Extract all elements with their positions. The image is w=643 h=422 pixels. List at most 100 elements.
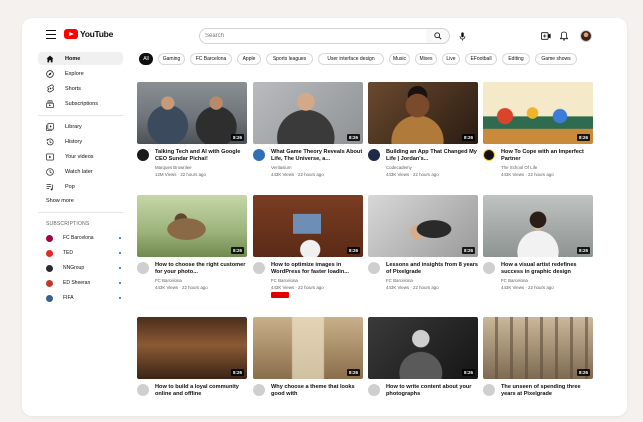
video-thumbnail[interactable]: 8:26 [137,317,247,379]
video-stats: 443K Views · 22 hours ago [386,284,439,290]
sidebar-item-watch-later[interactable]: Watch later [38,165,123,178]
sidebar-item-library[interactable]: Library [38,120,123,133]
video-card[interactable]: 8:26 Why choose a theme that looks good … [253,317,363,397]
video-title[interactable]: The unseen of spending three years at Pi… [501,384,595,398]
channel-avatar[interactable] [253,384,265,396]
channel-name[interactable]: FC Barcelona [155,278,182,283]
channel-avatar[interactable] [253,262,265,274]
video-card[interactable]: 8:26 How To Cope with an Imperfect Partn… [483,82,593,177]
channel-avatar[interactable] [483,262,495,274]
sidebar-item-shorts[interactable]: Shorts [38,82,123,95]
chip-editing[interactable]: Editing [502,53,530,65]
video-thumbnail[interactable]: 8:26 [253,82,363,144]
subscription-item[interactable]: FC Barcelona [46,233,121,243]
video-title[interactable]: How to optimize images in WordPress for … [271,262,365,276]
channel-name[interactable]: FC Barcelona [386,278,413,283]
video-title[interactable]: How a visual artist redefines success in… [501,262,595,276]
chip-mixes[interactable]: Mixes [415,53,437,65]
video-card[interactable]: 8:26 How to choose the right customer fo… [137,195,247,290]
chip-sports-leagues[interactable]: Sports leagues [266,53,313,65]
video-thumbnail[interactable]: 8:26 [368,82,478,144]
video-title[interactable]: How To Cope with an Imperfect Partner [501,149,595,163]
sidebar-item-your-videos[interactable]: Your videos [38,150,123,163]
video-title[interactable]: How to build a loyal community online an… [155,384,249,398]
video-card[interactable]: 8:26 What Game Theory Reveals About Life… [253,82,363,177]
video-title[interactable]: What Game Theory Reveals About Life, The… [271,149,365,163]
chip-fc-barcelona[interactable]: FC Barcelona [190,53,232,65]
search-input[interactable] [199,28,427,44]
chip-gaming[interactable]: Gaming [158,53,185,65]
video-thumbnail[interactable]: 8:26 [253,317,363,379]
channel-avatar[interactable] [368,149,380,161]
show-more-link[interactable]: Show more [46,198,74,204]
create-video-icon[interactable] [540,30,552,42]
video-thumbnail[interactable]: 8:26 [483,82,593,144]
channel-name[interactable]: Codecademy [386,165,412,170]
video-title[interactable]: How to write content about your photogra… [386,384,480,398]
new-content-dot [119,252,121,254]
chip-music[interactable]: Music [389,53,410,65]
video-card[interactable]: 8:26 How a visual artist redefines succe… [483,195,593,290]
video-thumbnail[interactable]: 8:26 [137,195,247,257]
video-title[interactable]: Why choose a theme that looks good with [271,384,365,398]
subscription-item[interactable]: FIFA [46,293,121,303]
chip-user-interface-design[interactable]: User interface design [318,53,384,65]
video-card[interactable]: 8:26 How to optimize images in WordPress… [253,195,363,298]
youtube-logo[interactable]: YouTube [64,29,113,39]
subscription-item[interactable]: ED Sheeran [46,278,121,288]
channel-avatar [46,234,53,242]
menu-icon[interactable] [46,30,56,39]
video-title[interactable]: Talking Tech and AI with Google CEO Sund… [155,149,249,163]
sidebar-item-home[interactable]: Home [38,52,123,65]
notifications-bell-icon[interactable] [558,30,570,42]
video-thumbnail[interactable]: 8:26 [137,82,247,144]
live-badge [271,292,289,298]
video-card[interactable]: 8:26 The unseen of spending three years … [483,317,593,397]
video-card[interactable]: 8:26 How to build a loyal community onli… [137,317,247,397]
sidebar-item-explore[interactable]: Explore [38,67,123,80]
chip-efootball[interactable]: EFootball [465,53,497,65]
channel-avatar[interactable] [368,384,380,396]
video-thumbnail[interactable]: 8:26 [483,195,593,257]
channel-name[interactable]: FC Barcelona [501,278,528,283]
search-icon [433,32,442,40]
video-title[interactable]: Building an App That Changed My Life | J… [386,149,480,163]
subscription-item[interactable]: NNGroup [46,263,121,273]
sidebar-item-pop[interactable]: Pop [38,180,123,193]
search-button[interactable] [426,28,450,44]
channel-avatar[interactable] [137,262,149,274]
subscription-name: FIFA [63,295,74,301]
microphone-icon[interactable] [455,29,469,43]
video-title[interactable]: How to choose the right customer for you… [155,262,249,276]
video-card[interactable]: 8:26 Building an App That Changed My Lif… [368,82,478,177]
sidebar-item-history[interactable]: History [38,135,123,148]
explore-icon [46,69,54,78]
video-duration: 8:26 [576,134,590,141]
channel-avatar[interactable] [483,384,495,396]
chip-apple[interactable]: Apple [237,53,261,65]
video-card[interactable]: 8:26 Lessons and insights from 8 years o… [368,195,478,290]
channel-avatar[interactable] [483,149,495,161]
chip-live[interactable]: Live [442,53,460,65]
subscription-item[interactable]: TED [46,248,121,258]
channel-avatar[interactable] [253,149,265,161]
video-thumbnail[interactable]: 8:26 [368,195,478,257]
channel-name[interactable]: FC Barcelona [271,278,298,283]
video-card[interactable]: 8:26 How to write content about your pho… [368,317,478,397]
video-thumbnail[interactable]: 8:26 [253,195,363,257]
user-avatar[interactable] [580,30,592,42]
video-card[interactable]: 8:26 Talking Tech and AI with Google CEO… [137,82,247,177]
chip-all[interactable]: All [139,53,153,65]
sidebar-item-label: Shorts [65,85,81,92]
channel-avatar[interactable] [368,262,380,274]
chip-game-shows[interactable]: Game shows [535,53,577,65]
channel-avatar[interactable] [137,384,149,396]
channel-name[interactable]: The School Of Life [501,165,537,170]
video-title[interactable]: Lessons and insights from 8 years of Pix… [386,262,480,276]
channel-avatar[interactable] [137,149,149,161]
channel-name[interactable]: Veritasium [271,165,292,170]
sidebar-item-subscriptions[interactable]: Subscriptions [38,97,123,110]
video-thumbnail[interactable]: 8:26 [483,317,593,379]
video-thumbnail[interactable]: 8:26 [368,317,478,379]
channel-name[interactable]: Marques Brownlee [155,165,192,170]
